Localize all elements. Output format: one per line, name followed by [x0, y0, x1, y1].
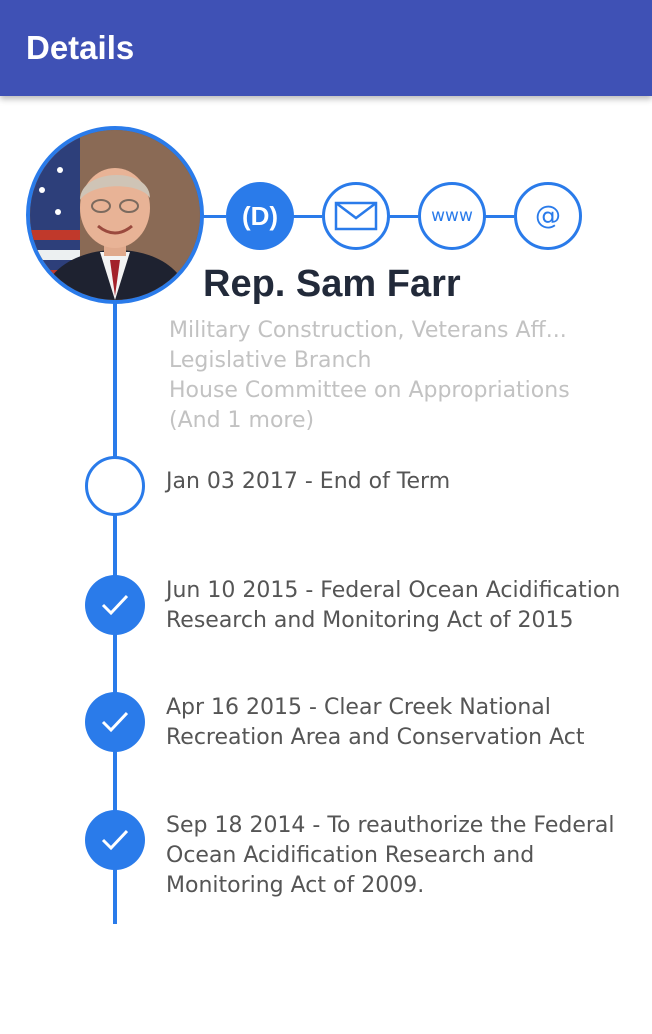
- website-label: www: [431, 206, 473, 226]
- timeline-event[interactable]: Jan 03 2017 - End of Term: [166, 467, 636, 497]
- details-screen: Details (D) www @ Rep. Sam Farr Military…: [0, 0, 652, 1034]
- envelope-icon: [334, 201, 378, 231]
- checkmark-icon: [101, 829, 129, 851]
- app-bar: Details: [0, 0, 652, 96]
- timeline-node-completed: [85, 692, 145, 752]
- connector-line: [292, 215, 322, 218]
- at-icon: @: [535, 201, 561, 231]
- timeline-event[interactable]: Sep 18 2014 - To reauthorize the Federal…: [166, 811, 636, 901]
- timeline-node-upcoming: [85, 456, 145, 516]
- checkmark-icon: [101, 711, 129, 733]
- more-committees-link[interactable]: (And 1 more): [169, 406, 570, 436]
- timeline-event[interactable]: Apr 16 2015 - Clear Creek National Recre…: [166, 693, 636, 753]
- party-badge: (D): [226, 182, 294, 250]
- timeline-event[interactable]: Jun 10 2015 - Federal Ocean Acidificatio…: [166, 576, 636, 636]
- avatar: [26, 126, 204, 304]
- portrait-image: [30, 130, 200, 300]
- page-title: Details: [26, 29, 135, 66]
- website-button[interactable]: www: [418, 182, 486, 250]
- committee-list: Military Construction, Veterans Aff... L…: [169, 316, 570, 436]
- timeline-node-completed: [85, 810, 145, 870]
- timeline-node-completed: [85, 575, 145, 635]
- social-button[interactable]: @: [514, 182, 582, 250]
- party-label: (D): [241, 200, 279, 231]
- committee-item: Legislative Branch: [169, 348, 372, 373]
- checkmark-icon: [101, 594, 129, 616]
- representative-name: Rep. Sam Farr: [203, 263, 461, 305]
- connector-line: [484, 215, 514, 218]
- email-button[interactable]: [322, 182, 390, 250]
- committee-item: House Committee on Appropriations: [169, 378, 570, 403]
- connector-line: [388, 215, 418, 218]
- committee-item: Military Construction, Veterans Aff...: [169, 318, 567, 343]
